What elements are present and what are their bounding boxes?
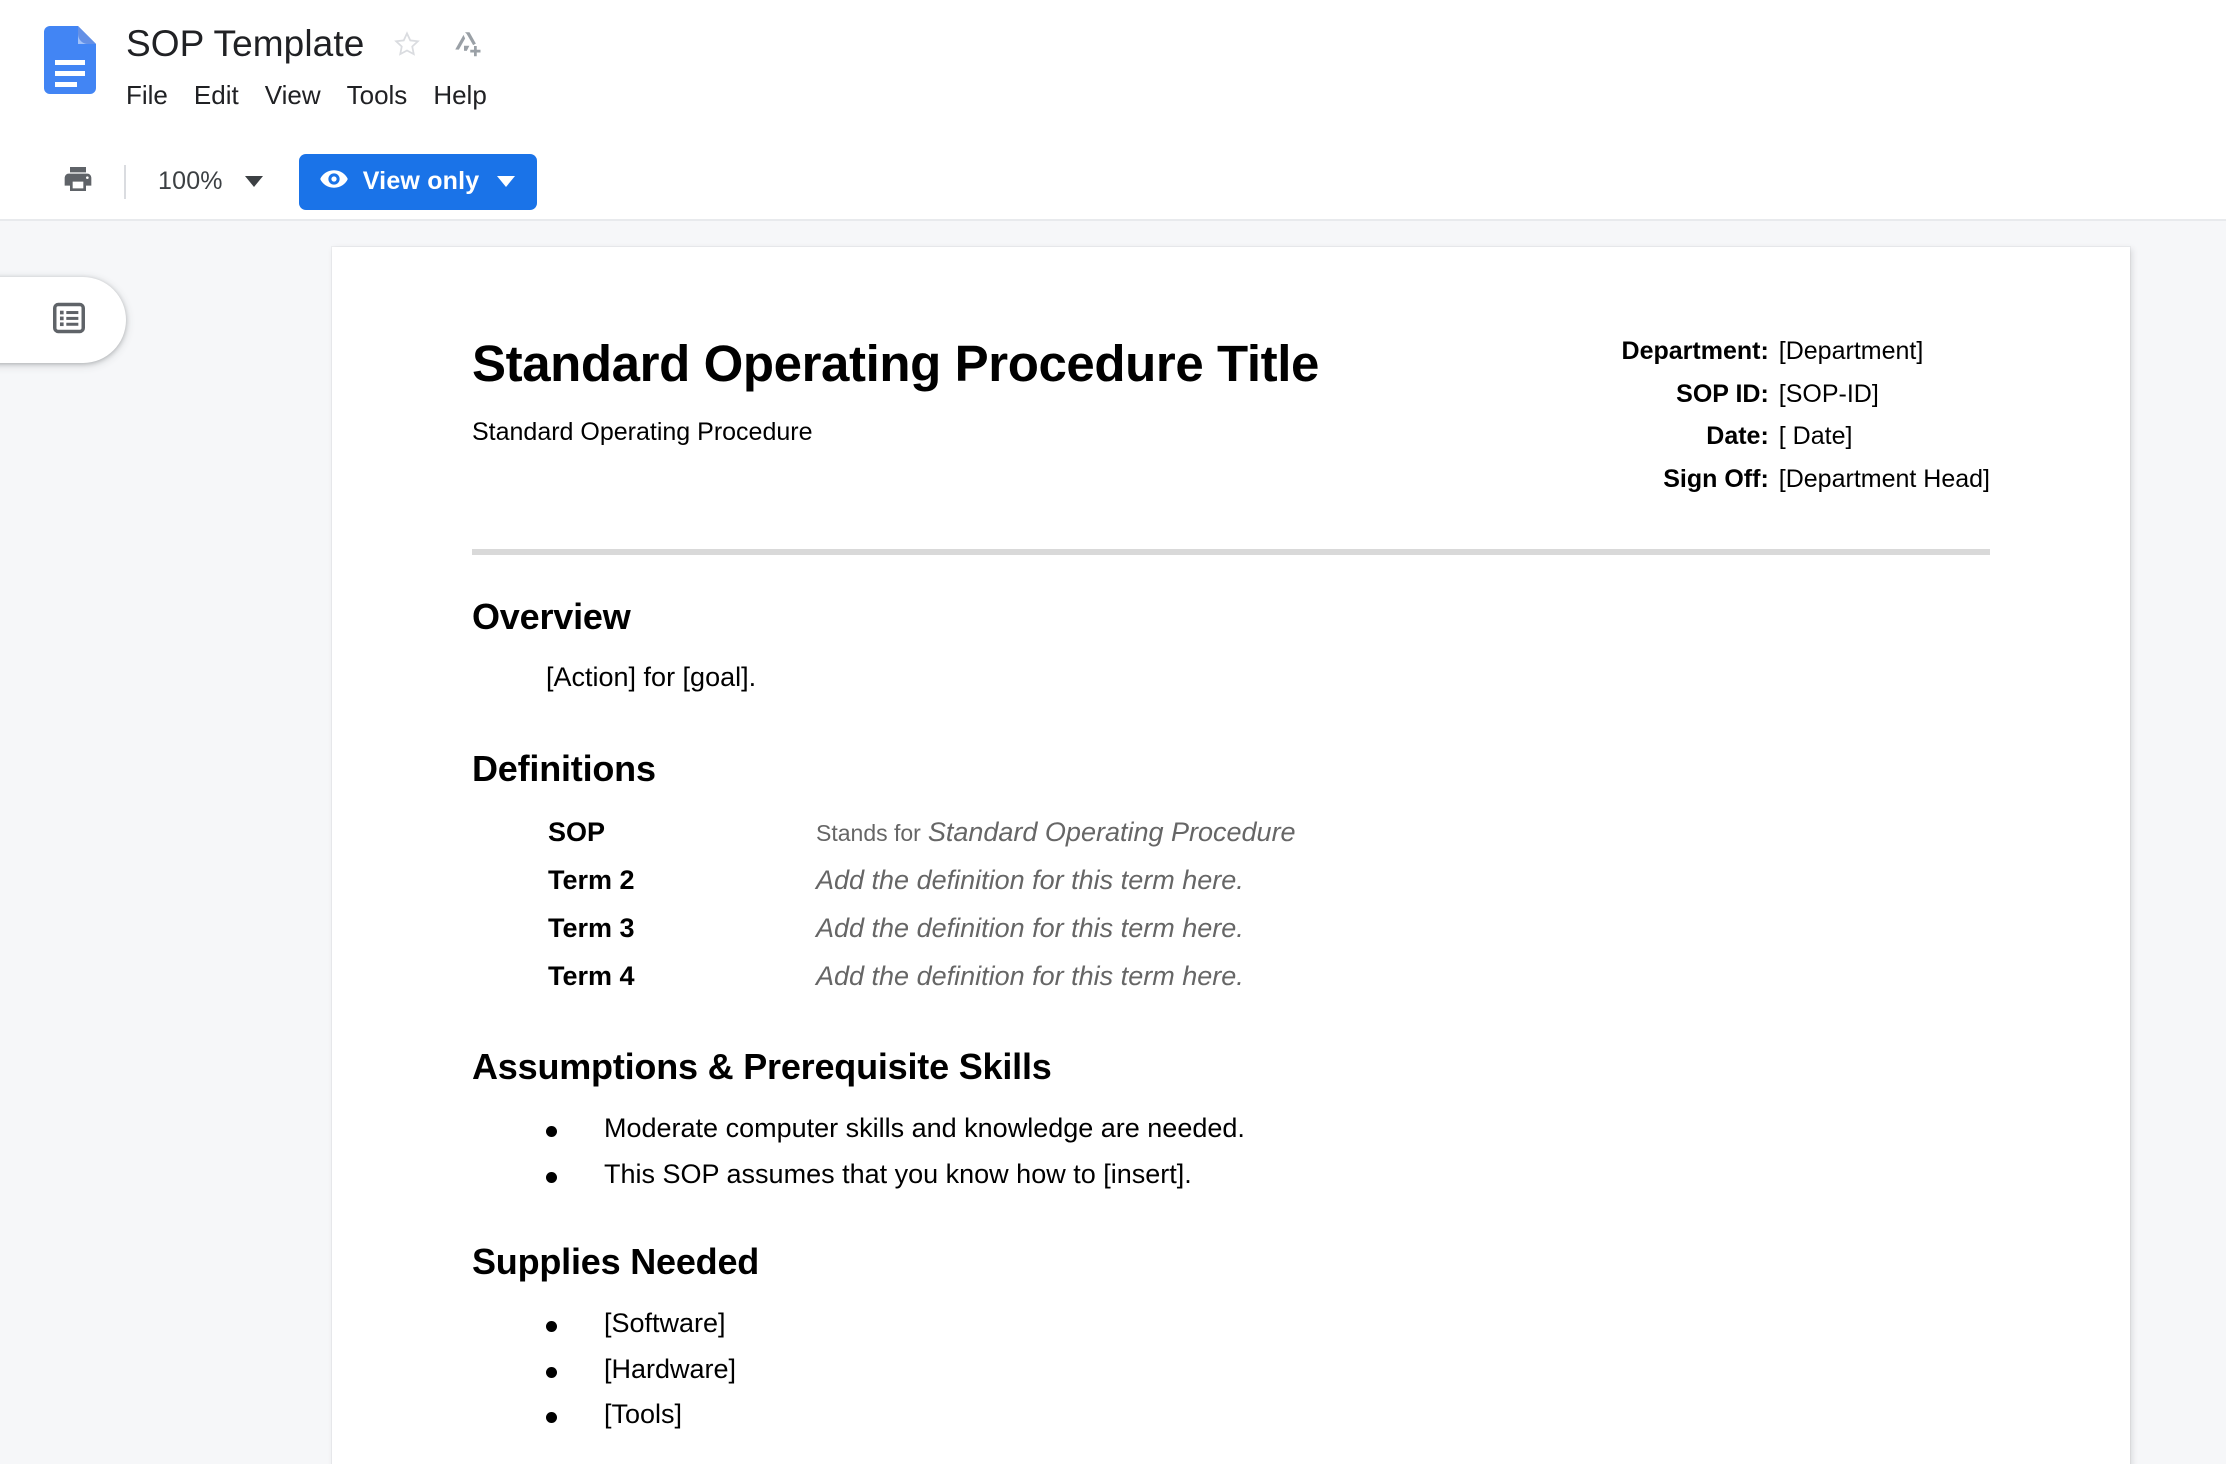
definition-text: Add the definition for this term here. [816, 960, 1244, 991]
zoom-control[interactable]: 100% [148, 158, 273, 206]
metadata-value-department: [Department] [1778, 337, 1924, 365]
sop-subtitle: Standard Operating Procedure [472, 418, 813, 447]
document-workspace: Standard Operating Procedure Title Stand… [0, 221, 2226, 1464]
definition-row: Term 4 Add the definition for this term … [472, 960, 1990, 994]
definition-row: Term 2 Add the definition for this term … [472, 864, 1990, 898]
definition-body: Add the definition for this term here. [816, 960, 1244, 994]
outline-toggle-button[interactable] [0, 277, 126, 363]
menu-item-help[interactable]: Help [420, 76, 499, 115]
metadata-label-date: Date: [1706, 422, 1769, 450]
view-only-button[interactable]: View only [298, 153, 538, 210]
zoom-level: 100% [158, 167, 223, 195]
document-header-block: Standard Operating Procedure Title Stand… [472, 331, 1990, 507]
metadata-row: Department: [Department] [1622, 337, 1990, 380]
print-button[interactable] [54, 158, 102, 206]
overview-body: [Action] for [goal]. [546, 662, 757, 693]
star-outline-icon[interactable] [390, 27, 424, 61]
definition-text: Add the definition for this term here. [816, 865, 1244, 896]
menu-item-edit[interactable]: Edit [181, 76, 252, 115]
document-metadata: Department: [Department] SOP ID: [SOP-ID… [1622, 337, 1990, 507]
section-supplies: Supplies Needed [Software] [Hardware] [T… [472, 1240, 1990, 1433]
print-icon [62, 163, 94, 200]
title-row: SOP Template [126, 16, 500, 72]
menu-item-tools[interactable]: Tools [334, 76, 421, 115]
sop-title: Standard Operating Procedure Title [472, 335, 1319, 392]
list-item: [Tools] [546, 1397, 1990, 1433]
metadata-value-date: [ Date] [1778, 422, 1853, 450]
menu-item-file[interactable]: File [113, 76, 181, 115]
menu-item-view[interactable]: View [252, 76, 334, 115]
chevron-down-icon [244, 176, 263, 187]
definition-body: Add the definition for this term here. [816, 864, 1244, 898]
document-outline-icon [50, 299, 88, 342]
menu-bar: File Edit View Tools Help [126, 74, 500, 116]
metadata-label-sop-id: SOP ID: [1676, 379, 1769, 408]
heading-definitions: Definitions [472, 748, 656, 790]
toolbar-divider [124, 164, 126, 199]
definition-prefix: Stands for [816, 820, 921, 847]
supplies-list: [Software] [Hardware] [Tools] [472, 1306, 1990, 1434]
heading-supplies: Supplies Needed [472, 1241, 760, 1283]
list-item: [Software] [546, 1306, 1990, 1342]
metadata-label-department: Department: [1621, 337, 1769, 365]
document-page: Standard Operating Procedure Title Stand… [332, 247, 2130, 1464]
title-and-menu: SOP Template File Edit View Tools Help [126, 16, 500, 116]
definitions-list: SOP Stands for Standard Operating Procedu… [472, 816, 1990, 993]
definition-term: Term 2 [548, 865, 635, 896]
metadata-row: Date: [ Date] [1622, 422, 1990, 465]
document-title[interactable]: SOP Template [126, 23, 364, 65]
list-item: [Hardware] [546, 1352, 1990, 1388]
assumptions-list: Moderate computer skills and knowledge a… [472, 1111, 1990, 1193]
metadata-row: SOP ID: [SOP-ID] [1622, 380, 1990, 423]
metadata-row: Sign Off: [Department Head] [1622, 465, 1990, 508]
list-item: Moderate computer skills and knowledge a… [546, 1111, 1990, 1147]
section-assumptions: Assumptions & Prerequisite Skills Modera… [472, 1045, 1990, 1192]
metadata-value-sop-id: [SOP-ID] [1778, 379, 1879, 408]
title-group: Standard Operating Procedure Title Stand… [472, 331, 1319, 449]
google-docs-icon[interactable] [44, 26, 96, 94]
section-definitions: Definitions SOP Stands for Standard Opera… [472, 747, 1990, 993]
definition-row: Term 3 Add the definition for this term … [472, 912, 1990, 946]
metadata-label-sign-off: Sign Off: [1663, 464, 1769, 493]
add-to-drive-icon[interactable] [450, 27, 484, 61]
metadata-value-sign-off: [Department Head] [1778, 464, 1990, 493]
definition-text: Standard Operating Procedure [927, 817, 1296, 848]
section-overview: Overview [Action] for [goal]. [472, 595, 1990, 695]
app-header: SOP Template File Edit View Tools Help [0, 0, 2226, 144]
definition-term: SOP [548, 817, 606, 848]
definition-term: Term 4 [548, 960, 635, 991]
definition-body: Add the definition for this term here. [816, 912, 1244, 946]
definition-body: Stands for Standard Operating Procedure [816, 816, 1296, 850]
view-only-label: View only [362, 167, 480, 195]
definition-term: Term 3 [548, 912, 635, 943]
toolbar: 100% View only [0, 144, 2226, 221]
header-divider [472, 549, 1990, 555]
list-item: This SOP assumes that you know how to [i… [546, 1157, 1990, 1193]
chevron-down-icon [497, 176, 516, 187]
heading-overview: Overview [472, 596, 631, 637]
eye-icon [319, 164, 349, 199]
definition-row: SOP Stands for Standard Operating Procedu… [472, 816, 1990, 850]
definition-text: Add the definition for this term here. [816, 912, 1244, 943]
heading-assumptions: Assumptions & Prerequisite Skills [472, 1046, 1052, 1088]
